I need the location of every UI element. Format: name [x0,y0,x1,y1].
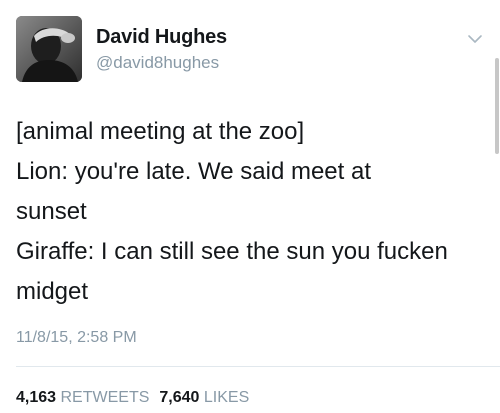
tweet-stats: 4,163 RETWEETS 7,640 LIKES [16,389,249,407]
author-name[interactable]: David Hughes [96,26,227,49]
likes-stat[interactable]: 7,640 LIKES [159,389,249,406]
tweet-line: [animal meeting at the zoo] [16,118,305,145]
tweet-line: sunset [16,198,87,225]
author-handle[interactable]: @david8hughes [96,53,219,73]
likes-label: LIKES [203,389,250,406]
tweet-timestamp[interactable]: 11/8/15, 2:58 PM [16,329,137,347]
tweet: David Hughes @david8hughes [animal meeti… [0,0,500,413]
tweet-line: Giraffe: I can still see the sun you fuc… [16,238,448,265]
tweet-line: midget [16,278,89,305]
scrollbar[interactable] [495,58,499,154]
chevron-down-icon[interactable] [466,30,484,48]
avatar[interactable] [16,16,82,82]
retweets-label: RETWEETS [60,389,150,406]
retweets-stat[interactable]: 4,163 RETWEETS [16,389,149,406]
tweet-line: Lion: you're late. We said meet at [16,158,371,185]
retweets-count: 4,163 [16,389,57,406]
avatar-photo [16,16,82,82]
tweet-text: [animal meeting at the zoo] Lion: you're… [16,112,486,312]
divider [16,366,500,367]
likes-count: 7,640 [159,389,200,406]
